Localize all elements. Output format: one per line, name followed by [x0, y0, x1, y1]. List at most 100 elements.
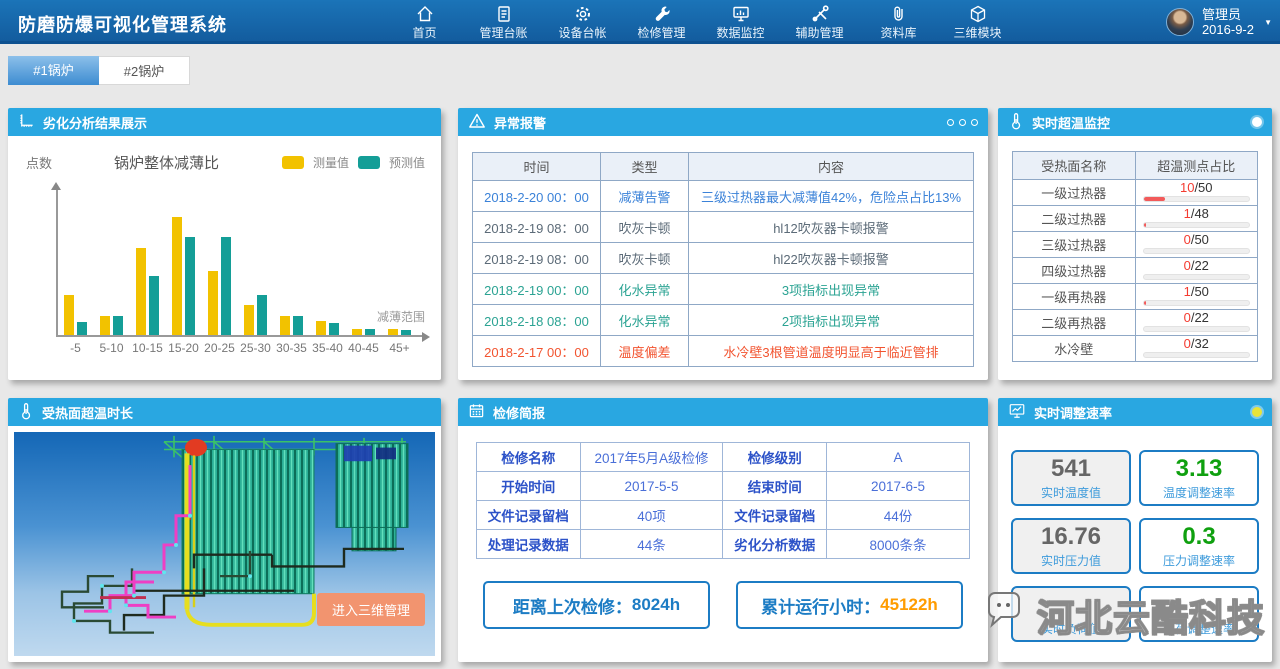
surface-name: 二级再热器 — [1013, 310, 1136, 336]
column-header-ratio: 超温测点占比 — [1135, 152, 1258, 180]
bar-measured — [388, 329, 398, 335]
tab-boiler-1[interactable]: #1锅炉 — [8, 56, 99, 85]
monitor-trend-icon — [1008, 402, 1026, 422]
nav-label: 数据监控 — [716, 24, 764, 41]
enter-3d-management-button[interactable]: 进入三维管理 — [317, 593, 425, 626]
bar-predicted — [185, 237, 195, 335]
alarm-row[interactable]: 2018-2-20 00：00 减薄告警 三级过热器最大减薄值42%，危险点占比… — [473, 181, 974, 212]
overtemp-count: 0 — [1184, 232, 1191, 247]
field-label: 结束时间 — [723, 472, 827, 501]
dot-icon — [947, 119, 954, 126]
x-tick-label: -5 — [70, 341, 81, 355]
panel-overtemp-duration-3d: 受热面超温时长 — [8, 398, 441, 662]
overtemp-total: /22 — [1191, 258, 1209, 273]
bar-predicted — [221, 237, 231, 335]
alarm-time: 2018-2-18 08：00 — [473, 305, 601, 336]
alarm-row[interactable]: 2018-2-18 08：00 化水异常 2项指标出现异常 — [473, 305, 974, 336]
field-value: A — [827, 443, 970, 472]
bar-measured — [316, 321, 326, 335]
overtemp-progressbar — [1143, 352, 1251, 358]
surface-name: 四级过热器 — [1013, 258, 1136, 284]
user-dropdown-caret[interactable]: ▼ — [1264, 18, 1272, 27]
legend-label-predicted: 预测值 — [389, 154, 425, 171]
overtemp-count: 0 — [1184, 336, 1191, 351]
x-tick-label: 25-30 — [240, 341, 271, 355]
bar-predicted — [365, 329, 375, 335]
overtemp-row: 二级再热器 0/22 — [1013, 310, 1258, 336]
nav-label: 资料库 — [880, 24, 916, 41]
nav-item-equipment[interactable]: 设备台帐 — [543, 0, 622, 44]
tab-boiler-2[interactable]: #2锅炉 — [99, 56, 190, 85]
overtemp-row: 三级过热器 0/50 — [1013, 232, 1258, 258]
alarm-type: 温度偏差 — [601, 336, 689, 367]
alarm-row[interactable]: 2018-2-19 08：00 吹灰卡顿 hl22吹灰器卡顿报警 — [473, 243, 974, 274]
bar-group: 10-15 — [136, 248, 159, 335]
alarm-row[interactable]: 2018-2-19 08：00 吹灰卡顿 hl12吹灰器卡顿报警 — [473, 212, 974, 243]
field-value: 44条 — [580, 530, 723, 559]
alarm-time: 2018-2-19 08：00 — [473, 212, 601, 243]
panel-maintenance-brief: 检修简报 检修名称 2017年5月A级检修 检修级别 A 开始时间 2017-5… — [458, 398, 988, 662]
bar-predicted — [77, 322, 87, 335]
alarm-time: 2018-2-20 00：00 — [473, 181, 601, 212]
nav-item-maintenance[interactable]: 检修管理 — [622, 0, 701, 44]
bar-group: -5 — [64, 295, 87, 335]
nav-item-library[interactable]: 资料库 — [859, 0, 938, 44]
overtemp-count: 10 — [1180, 180, 1194, 195]
calendar-icon — [468, 402, 485, 422]
field-label: 检修级别 — [723, 443, 827, 472]
overtemp-progressbar — [1143, 248, 1251, 254]
panel-header: 实时调整速率 — [998, 398, 1272, 426]
overtemp-row: 一级再热器 1/50 — [1013, 284, 1258, 310]
overtemp-progressbar — [1143, 326, 1251, 332]
alarm-options-menu[interactable] — [947, 119, 978, 126]
alarm-row[interactable]: 2018-2-17 00：00 温度偏差 水冷壁3根管道温度明显高于临近管排 — [473, 336, 974, 367]
nav-item-aux-manage[interactable]: 辅助管理 — [780, 0, 859, 44]
nav-item-3d-module[interactable]: 三维模块 — [938, 0, 1017, 44]
alarm-content: 水冷壁3根管道温度明显高于临近管排 — [689, 336, 974, 367]
panel-title: 异常报警 — [494, 113, 546, 132]
status-indicator — [1252, 117, 1262, 127]
tools-icon — [810, 3, 830, 24]
panel-header: 受热面超温时长 — [8, 398, 441, 426]
x-tick-label: 45+ — [389, 341, 409, 355]
user-info[interactable]: 管理员 2016-9-2 — [1166, 7, 1254, 37]
nav-item-ledger[interactable]: 管理台账 — [464, 0, 543, 44]
alarm-time: 2018-2-19 00：00 — [473, 274, 601, 305]
nav-label: 设备台帐 — [558, 24, 606, 41]
bar-group: 5-10 — [100, 316, 123, 335]
rate-label: 负荷调整速率 — [1163, 620, 1235, 637]
avatar — [1166, 8, 1194, 36]
main-nav: 首页 管理台账 设备台帐 检修管理 数据监控 辅助管理 资料库 三维模块 — [385, 0, 1017, 44]
column-header-surface: 受热面名称 — [1013, 152, 1136, 180]
nav-item-data-monitor[interactable]: 数据监控 — [701, 0, 780, 44]
legend-swatch-measured — [282, 156, 304, 169]
thermometer-icon — [1008, 112, 1024, 133]
temperature-adjust-rate-box: 3.13 温度调整速率 — [1139, 450, 1259, 506]
wrench-icon — [652, 3, 672, 24]
bar-measured — [280, 316, 290, 335]
alarm-type: 吹灰卡顿 — [601, 212, 689, 243]
field-value: 2017-5-5 — [580, 472, 723, 501]
overtemp-row: 一级过热器 10/50 — [1013, 180, 1258, 206]
dot-icon — [971, 119, 978, 126]
total-running-hours-button[interactable]: 累计运行小时：45122h — [736, 581, 963, 629]
stat-value: 45122h — [880, 595, 938, 615]
realtime-temperature-box: 541 实时温度值 — [1011, 450, 1131, 506]
bar-group: 40-45 — [352, 329, 375, 335]
chart-header: 点数 锅炉整体减薄比 测量值 预测值 — [8, 136, 441, 173]
field-label: 处理记录数据 — [477, 530, 581, 559]
nav-label: 管理台账 — [479, 24, 527, 41]
rate-label: 实时压力值 — [1041, 552, 1101, 569]
panel-title: 实时超温监控 — [1032, 113, 1110, 132]
overtemp-total: /50 — [1191, 284, 1209, 299]
alarm-type: 化水异常 — [601, 274, 689, 305]
since-last-overhaul-button[interactable]: 距离上次检修：8024h — [483, 581, 710, 629]
stat-value: 8024h — [632, 595, 680, 615]
nav-item-home[interactable]: 首页 — [385, 0, 464, 44]
chart-title: 锅炉整体减薄比 — [114, 152, 219, 173]
field-label: 文件记录留档 — [477, 501, 581, 530]
alarm-row[interactable]: 2018-2-19 00：00 化水异常 3项指标出现异常 — [473, 274, 974, 305]
field-value: 2017-6-5 — [827, 472, 970, 501]
bar-measured — [172, 217, 182, 335]
overtemp-total: /50 — [1191, 232, 1209, 247]
